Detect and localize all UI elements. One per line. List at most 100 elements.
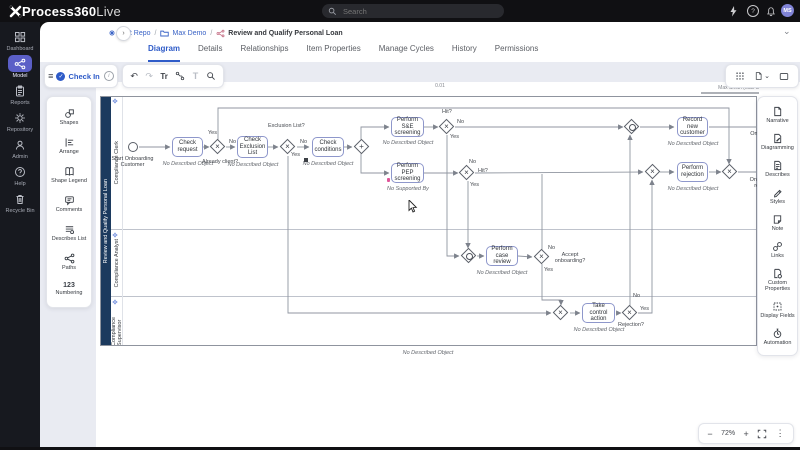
task-perform-case-review[interactable]: Perform case review — [486, 246, 518, 266]
sidebar-item-recycle-bin[interactable]: Recycle Bin — [0, 190, 40, 214]
top-bar: Process360Live ? MS — [0, 0, 800, 22]
tool-display-fields[interactable]: Display Fields — [759, 301, 797, 319]
fit-screen-icon[interactable] — [757, 429, 767, 439]
tool-shapes[interactable]: Shapes — [50, 108, 88, 126]
task-perform-se-screening[interactable]: Perform S&E screening — [391, 117, 424, 137]
flow-label: Hit? — [442, 109, 452, 115]
sidebar-item-help[interactable]: Help — [0, 163, 40, 187]
repository-gear-icon — [14, 112, 26, 124]
tab-diagram[interactable]: Diagram — [148, 44, 180, 62]
grid-dots-icon — [735, 71, 745, 81]
tool-note[interactable]: Note — [759, 214, 797, 232]
tab-item-properties[interactable]: Item Properties — [307, 44, 361, 62]
lane-compliance-supervisor[interactable] — [111, 297, 757, 346]
tool-comments[interactable]: Comments — [50, 195, 88, 213]
lane-describe-badge-icon — [112, 232, 118, 238]
links-chain-icon — [772, 241, 783, 252]
lane-compliance-analyst[interactable] — [111, 230, 757, 297]
zoom-out-button[interactable]: − — [707, 429, 712, 439]
tab-details[interactable]: Details — [198, 44, 222, 62]
xor-icon: × — [624, 307, 635, 318]
tab-manage-cycles[interactable]: Manage Cycles — [379, 44, 434, 62]
connector-tool-button[interactable] — [175, 71, 185, 81]
flow-label: Accept onboarding? — [552, 252, 588, 264]
pool-header[interactable]: Review and Qualify Personal Loan — [100, 96, 111, 346]
breadcrumb: Test Repo / Max Demo / Review and Qualif… — [108, 24, 798, 42]
tool-custom-properties[interactable]: Custom Properties — [759, 268, 797, 292]
task-take-control-action[interactable]: Take control action — [582, 303, 615, 323]
tool-diagramming[interactable]: Diagramming — [759, 133, 797, 151]
tab-relationships[interactable]: Relationships — [240, 44, 288, 62]
flow-label: No — [548, 245, 555, 251]
tool-arrange[interactable]: Arrange — [50, 137, 88, 155]
styles-pencil-icon — [772, 187, 783, 198]
tool-shape-legend[interactable]: Shape Legend — [50, 166, 88, 184]
breadcrumb-current-item: Review and Qualify Personal Loan — [228, 30, 342, 37]
tool-styles[interactable]: Styles — [759, 187, 797, 205]
check-circle-icon: ✓ — [56, 72, 65, 81]
menu-hamburger-icon[interactable]: ≡ — [48, 71, 53, 81]
sidebar-item-admin[interactable]: Admin — [0, 136, 40, 160]
describes-page-icon — [772, 160, 783, 171]
flow-label: Already client? — [200, 159, 240, 165]
user-avatar[interactable]: MS — [781, 4, 794, 17]
highlight-path-button[interactable]: T — [193, 71, 199, 81]
sidebar-item-model[interactable]: Model — [0, 55, 40, 79]
tool-narrative[interactable]: Narrative — [759, 106, 797, 124]
redo-button[interactable]: ↷ — [145, 71, 153, 82]
inclusive-gateway-icon — [466, 253, 473, 260]
quick-actions-button[interactable] — [726, 4, 740, 18]
check-in-button[interactable]: ✓ Check In — [56, 72, 100, 81]
page-options-button[interactable]: ⌄ — [754, 71, 770, 81]
tool-links[interactable]: Links — [759, 241, 797, 259]
tab-history[interactable]: History — [452, 44, 477, 62]
comment-view-button[interactable] — [779, 72, 789, 81]
custom-properties-icon — [772, 268, 783, 279]
task-check-conditions[interactable]: Check conditions — [312, 137, 344, 157]
task-perform-rejection[interactable]: Perform rejection — [677, 162, 708, 182]
flow-label: No — [457, 119, 464, 125]
tool-automation[interactable]: Automation — [759, 328, 797, 346]
zoom-in-button[interactable]: + — [744, 429, 749, 439]
breadcrumb-folder-link[interactable]: Max Demo — [172, 30, 206, 37]
task-check-request[interactable]: Check request — [172, 137, 203, 157]
grid-view-button[interactable] — [735, 71, 745, 81]
info-icon[interactable]: i — [104, 71, 114, 81]
undo-button[interactable]: ↶ — [130, 71, 138, 82]
task-perform-pep-screening[interactable]: Perform PEP screening — [391, 163, 424, 183]
zoom-search-button[interactable] — [206, 71, 216, 81]
recycle-bin-trash-icon — [14, 193, 26, 205]
note-icon — [772, 214, 783, 225]
text-tool-button[interactable]: Tr — [160, 72, 168, 81]
warning-marker-icon — [387, 178, 390, 182]
help-button[interactable]: ? — [746, 4, 760, 18]
help-circle-icon — [14, 166, 26, 178]
chevron-down-icon: ⌄ — [764, 72, 770, 80]
tool-paths[interactable]: Paths — [50, 253, 88, 271]
search-input[interactable] — [341, 6, 475, 17]
checkin-toolbar: ≡ ✓ Check In i — [44, 64, 118, 88]
display-fields-icon — [772, 301, 783, 312]
sidebar-item-dashboard[interactable]: Dashboard — [0, 28, 40, 52]
event-gateway-icon — [629, 124, 636, 131]
flow-label: Hit? — [478, 168, 488, 174]
sidebar-item-repository[interactable]: Repository — [0, 109, 40, 133]
collapse-panel-button[interactable]: › — [116, 26, 131, 41]
comment-box-icon — [779, 72, 789, 81]
tool-describes-list[interactable]: Describes List — [50, 224, 88, 242]
notifications-button[interactable] — [764, 4, 778, 18]
start-event[interactable] — [128, 142, 138, 152]
task-record-new-customer[interactable]: Record new customer — [677, 117, 708, 137]
sidebar-item-reports[interactable]: Reports — [0, 82, 40, 106]
tool-describes[interactable]: Describes — [759, 160, 797, 178]
chevron-down-icon[interactable]: ⌄ — [783, 26, 791, 37]
tool-numbering[interactable]: 123 Numbering — [50, 282, 88, 296]
task-check-exclusion-list[interactable]: Check Exclusion List — [237, 136, 268, 158]
more-options-kebab-icon[interactable]: ⋮ — [776, 428, 785, 439]
global-search[interactable] — [322, 4, 504, 18]
flow-label: No — [300, 139, 307, 145]
tab-permissions[interactable]: Permissions — [495, 44, 539, 62]
task-note: No Described Object — [470, 270, 534, 276]
diagram-version-label: 0.01 — [420, 83, 460, 89]
comments-bubble-icon — [64, 195, 75, 206]
